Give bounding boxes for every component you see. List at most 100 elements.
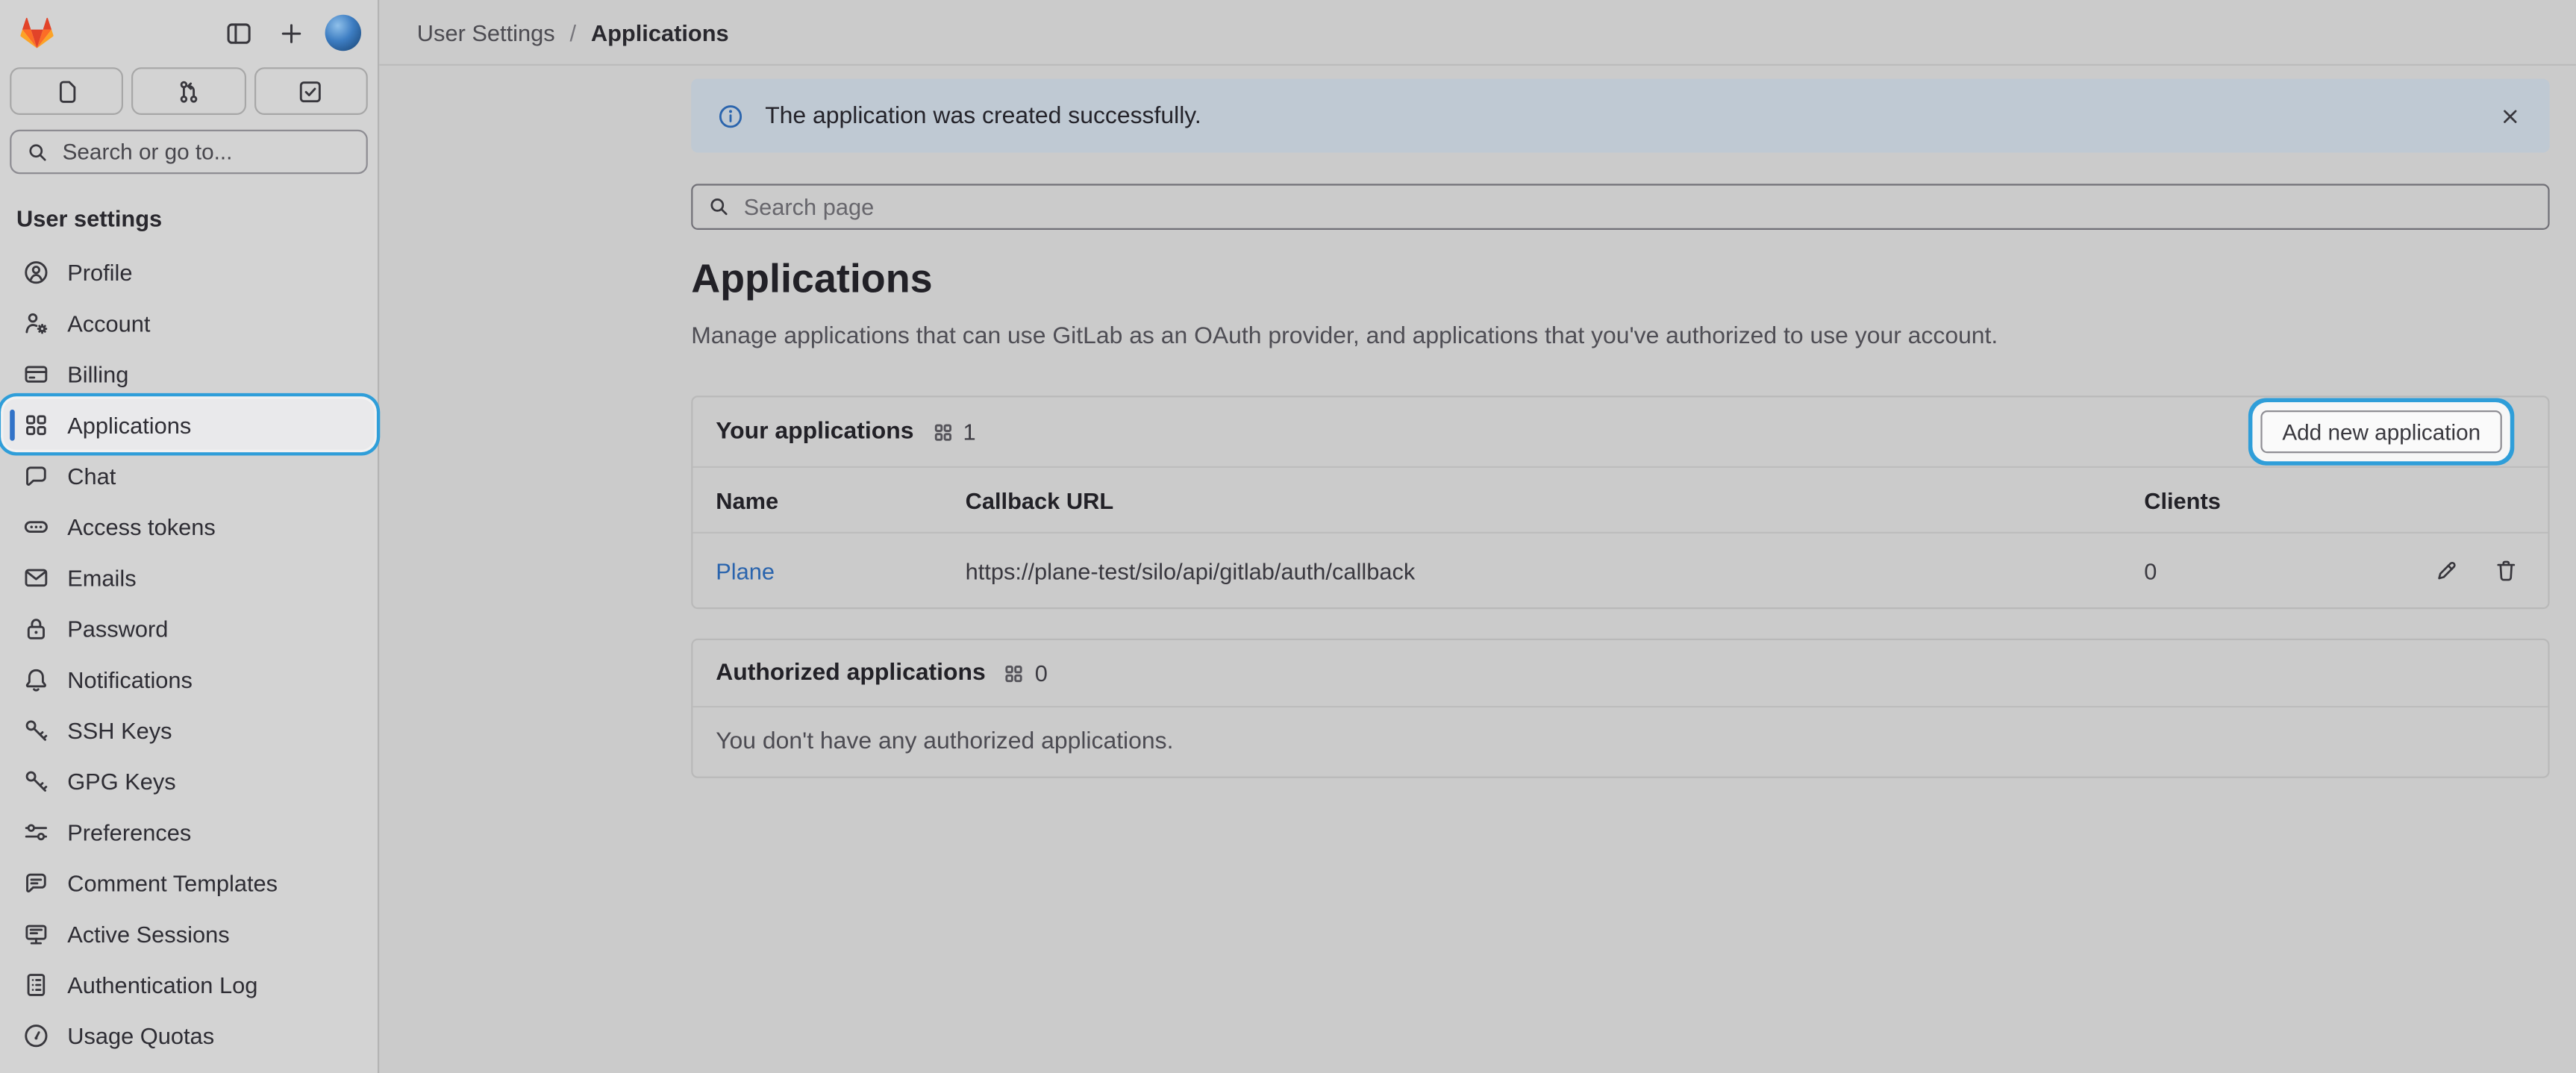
sidebar-item-ssh-keys[interactable]: SSH Keys: [3, 704, 374, 755]
breadcrumb-separator: /: [570, 19, 577, 45]
applications-icon: [23, 411, 49, 437]
usage-quotas-gauge-icon: [23, 1022, 49, 1048]
application-row-actions: [2390, 559, 2519, 584]
sidebar-nav: Profile Account Billin: [0, 246, 378, 1060]
sidebar-item-label: Access tokens: [67, 513, 216, 539]
application-name-link[interactable]: Plane: [716, 558, 775, 584]
sidebar-item-label: Chat: [67, 462, 116, 488]
edit-pencil-icon: [2435, 559, 2460, 584]
applications-grid-icon: [1004, 663, 1025, 684]
application-callback-url-cell: https://plane-test/silo/api/gitlab/auth/…: [966, 558, 2145, 584]
sidebar-toggle-button[interactable]: [219, 13, 258, 53]
sidebar-item-label: Notifications: [67, 666, 193, 692]
issues-icon: [54, 78, 80, 104]
issues-button[interactable]: [10, 67, 124, 115]
sidebar-item-billing[interactable]: Billing: [3, 348, 374, 398]
page-container: The application was created successfully…: [691, 66, 2549, 778]
account-icon: [23, 310, 49, 336]
sidebar-item-comment-templates[interactable]: Comment Templates: [3, 857, 374, 907]
sidebar-toggle-icon: [224, 19, 251, 46]
sidebar-header: [0, 0, 378, 56]
sidebar-item-chat[interactable]: Chat: [3, 450, 374, 501]
sidebar-item-label: Emails: [67, 564, 136, 590]
billing-icon: [23, 360, 49, 387]
page-title: Applications: [691, 257, 2549, 304]
sidebar-item-label: Preferences: [67, 819, 191, 845]
add-new-application-button[interactable]: Add new application: [2261, 411, 2502, 454]
breadcrumb: User Settings / Applications: [379, 0, 2576, 66]
delete-trash-icon: [2494, 559, 2519, 584]
sidebar-item-applications[interactable]: Applications: [3, 399, 374, 450]
sidebar-item-label: Usage Quotas: [67, 1022, 214, 1048]
todo-done-icon: [298, 78, 324, 104]
your-applications-panel: Your applications 1 Add new application: [691, 396, 2549, 610]
sidebar-item-usage-quotas[interactable]: Usage Quotas: [3, 1010, 374, 1060]
authentication-log-icon: [23, 971, 49, 997]
sidebar-item-label: Active Sessions: [67, 920, 229, 946]
global-search-placeholder: Search or go to...: [63, 140, 233, 164]
active-sessions-monitor-icon: [23, 920, 49, 946]
authorized-applications-count-value: 0: [1035, 660, 1048, 686]
chat-icon: [23, 462, 49, 488]
sidebar-item-label: SSH Keys: [67, 716, 172, 742]
sidebar-item-authentication-log[interactable]: Authentication Log: [3, 959, 374, 1010]
search-icon: [707, 195, 731, 219]
sidebar-item-account[interactable]: Account: [3, 297, 374, 348]
your-applications-count-value: 1: [963, 419, 976, 445]
merge-requests-button[interactable]: [132, 67, 246, 115]
gpg-key-icon: [23, 768, 49, 794]
sidebar-item-profile[interactable]: Profile: [3, 246, 374, 297]
sidebar-item-label: Comment Templates: [67, 869, 278, 895]
gitlab-logo: [16, 13, 57, 53]
sidebar-item-label: GPG Keys: [67, 768, 176, 794]
todo-list-button[interactable]: [254, 67, 368, 115]
search-icon: [26, 140, 49, 163]
alert-close-button[interactable]: [2497, 103, 2523, 129]
sidebar-item-label: Password: [67, 615, 168, 641]
sidebar-item-emails[interactable]: Emails: [3, 551, 374, 602]
close-icon: [2498, 104, 2522, 128]
application-clients-cell: 0: [2144, 558, 2390, 584]
plus-icon: [277, 19, 304, 46]
sidebar-item-label: Billing: [67, 360, 128, 387]
sidebar-section-title: User settings: [0, 174, 378, 246]
sidebar-item-label: Profile: [67, 259, 132, 285]
authorized-applications-panel: Authorized applications 0 You don't have…: [691, 639, 2549, 778]
user-avatar[interactable]: [325, 15, 361, 51]
page-search-input[interactable]: [744, 194, 2533, 220]
delete-application-button[interactable]: [2494, 559, 2519, 584]
info-icon: [717, 103, 743, 129]
sidebar-item-notifications[interactable]: Notifications: [3, 654, 374, 704]
sidebar-item-password[interactable]: Password: [3, 602, 374, 653]
gitlab-window: Search or go to... User settings Profile: [0, 0, 2576, 1073]
your-applications-header: Your applications 1 Add new application: [693, 398, 2548, 466]
column-header-clients: Clients: [2144, 487, 2390, 513]
sidebar-item-label: Applications: [67, 411, 191, 437]
page-description: Manage applications that can use GitLab …: [691, 320, 2549, 354]
breadcrumb-user-settings[interactable]: User Settings: [417, 19, 555, 45]
sidebar-item-access-tokens[interactable]: Access tokens: [3, 501, 374, 551]
access-tokens-icon: [23, 513, 49, 539]
authorized-applications-empty-state: You don't have any authorized applicatio…: [693, 707, 2548, 778]
breadcrumb-applications: Applications: [591, 19, 729, 45]
edit-application-button[interactable]: [2435, 559, 2460, 584]
alert-message: The application was created successfully…: [765, 103, 1201, 129]
sidebar-item-preferences[interactable]: Preferences: [3, 806, 374, 857]
authorized-applications-header: Authorized applications 0: [693, 641, 2548, 707]
authorized-applications-count: 0: [1004, 660, 1048, 686]
main-content: User Settings / Applications The applica…: [379, 0, 2576, 1073]
sidebar-item-gpg-keys[interactable]: GPG Keys: [3, 755, 374, 806]
preferences-sliders-icon: [23, 819, 49, 845]
info-alert: The application was created successfully…: [691, 79, 2549, 153]
sidebar-item-label: Account: [67, 310, 150, 336]
page-search: [691, 184, 2549, 230]
authorized-applications-title: Authorized applications: [716, 660, 986, 686]
ssh-key-icon: [23, 716, 49, 742]
sidebar: Search or go to... User settings Profile: [0, 0, 379, 1073]
sidebar-item-active-sessions[interactable]: Active Sessions: [3, 908, 374, 959]
application-table-row: Plane https://plane-test/silo/api/gitlab…: [693, 532, 2548, 607]
emails-icon: [23, 564, 49, 590]
global-search-box[interactable]: Search or go to...: [10, 130, 368, 174]
create-new-button[interactable]: [271, 13, 310, 53]
sidebar-item-label: Authentication Log: [67, 971, 257, 997]
